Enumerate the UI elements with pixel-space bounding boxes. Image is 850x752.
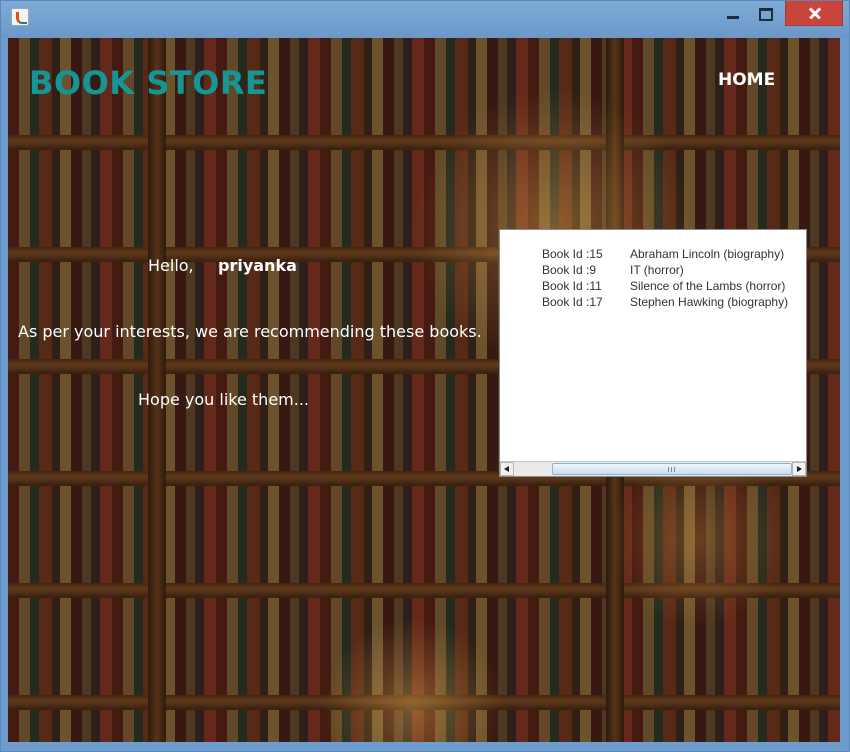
horizontal-scrollbar[interactable] (500, 461, 806, 476)
scrollbar-thumb[interactable] (552, 463, 792, 475)
username-label: priyanka (218, 256, 297, 275)
closing-text: Hope you like them... (138, 390, 310, 409)
book-id: Book Id :9 (542, 263, 597, 277)
list-item[interactable]: Book Id :11 Silence of the Lambs (horror… (500, 279, 806, 295)
main-panel: BOOK STORE HOME Hello, priyanka As per y… (8, 38, 840, 742)
book-title: Abraham Lincoln (biography) (630, 247, 785, 261)
title-bar (0, 0, 850, 38)
recommendation-text: As per your interests, we are recommendi… (18, 322, 482, 341)
java-cup-icon (11, 8, 29, 26)
brand-title: BOOK STORE (29, 64, 268, 102)
book-id: Book Id :11 (542, 279, 602, 293)
minimize-button[interactable] (718, 0, 748, 26)
scroll-right-icon[interactable] (792, 462, 806, 476)
book-title: Silence of the Lambs (horror) (630, 279, 786, 293)
list-item[interactable]: Book Id :17 Stephen Hawking (biography) (500, 295, 806, 311)
book-title: Stephen Hawking (biography) (630, 295, 789, 309)
book-id: Book Id :17 (542, 295, 603, 309)
maximize-button[interactable] (751, 0, 781, 26)
book-title: IT (horror) (630, 263, 684, 277)
book-id: Book Id :15 (542, 247, 603, 261)
scroll-left-icon[interactable] (500, 462, 514, 476)
list-item[interactable]: Book Id :15 Abraham Lincoln (biography) (500, 247, 806, 263)
recommendation-list[interactable]: Book Id :15 Abraham Lincoln (biography) … (499, 229, 807, 477)
home-link[interactable]: HOME (718, 70, 775, 90)
list-rows: Book Id :15 Abraham Lincoln (biography) … (500, 247, 806, 311)
close-button[interactable] (785, 0, 843, 26)
list-item[interactable]: Book Id :9 IT (horror) (500, 263, 806, 279)
greeting-label: Hello, (148, 256, 194, 275)
